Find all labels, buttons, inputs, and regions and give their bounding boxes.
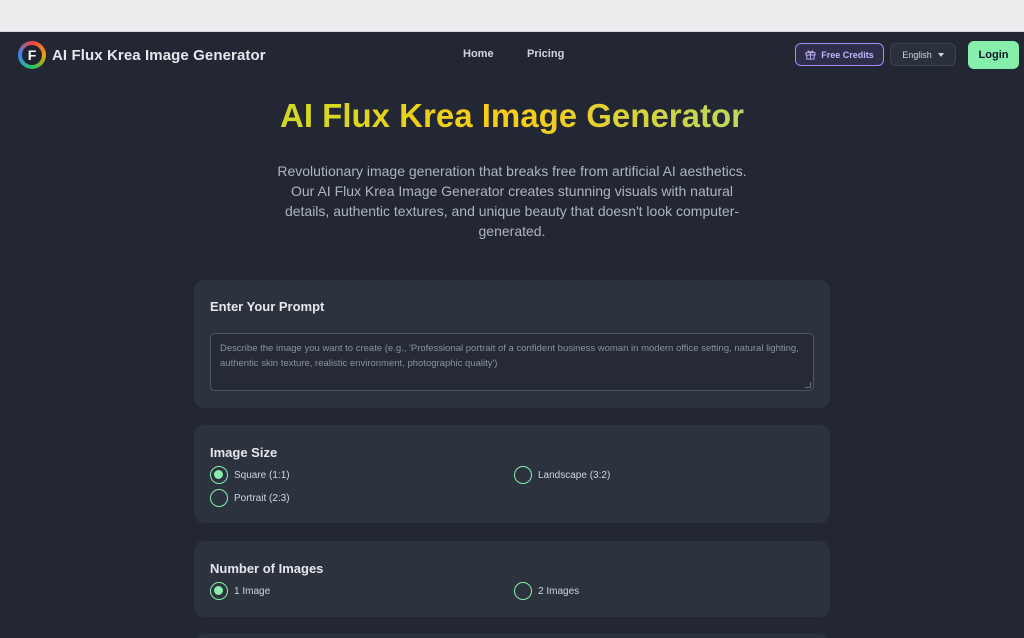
brand-logo-icon: F xyxy=(18,41,46,69)
free-credits-button[interactable]: Free Credits xyxy=(795,43,884,66)
brand[interactable]: F AI Flux Krea Image Generator xyxy=(18,41,266,69)
count-option-2[interactable]: 2 Images xyxy=(514,582,579,600)
language-select[interactable]: English xyxy=(890,43,956,66)
nav-link-home[interactable]: Home xyxy=(463,48,494,60)
top-navbar: F AI Flux Krea Image Generator Home Pric… xyxy=(0,32,1024,78)
brand-name: AI Flux Krea Image Generator xyxy=(52,46,266,64)
size-option-square[interactable]: Square (1:1) xyxy=(210,466,290,484)
resize-handle-icon[interactable] xyxy=(805,382,811,388)
free-credits-label: Free Credits xyxy=(821,49,874,60)
count-option-label: 1 Image xyxy=(234,585,271,597)
prompt-card: Enter Your Prompt Describe the image you… xyxy=(194,280,830,408)
hero-title: AI Flux Krea Image Generator xyxy=(0,97,1024,135)
brand-logo-letter: F xyxy=(22,45,42,65)
browser-chrome-bar xyxy=(0,0,1024,32)
next-settings-card xyxy=(194,634,830,638)
size-option-label: Portrait (2:3) xyxy=(234,492,290,504)
chevron-down-icon xyxy=(937,52,944,57)
nav-link-pricing[interactable]: Pricing xyxy=(527,48,564,60)
radio-checked-icon[interactable] xyxy=(210,582,228,600)
radio-unchecked-icon[interactable] xyxy=(514,466,532,484)
image-count-title: Number of Images xyxy=(210,561,324,576)
radio-unchecked-icon[interactable] xyxy=(210,489,228,507)
size-option-label: Landscape (3:2) xyxy=(538,469,611,481)
count-option-1[interactable]: 1 Image xyxy=(210,582,270,600)
count-option-label: 2 Images xyxy=(538,585,580,597)
image-size-title: Image Size xyxy=(210,445,278,460)
gift-icon xyxy=(805,50,816,60)
prompt-card-title: Enter Your Prompt xyxy=(210,299,325,314)
hero-description: Revolutionary image generation that brea… xyxy=(277,163,747,239)
radio-unchecked-icon[interactable] xyxy=(514,582,532,600)
image-size-card: Image Size Square (1:1) Landscape (3:2) … xyxy=(194,425,830,523)
size-option-label: Square (1:1) xyxy=(234,469,290,481)
size-option-portrait[interactable]: Portrait (2:3) xyxy=(210,489,290,507)
image-count-card: Number of Images 1 Image 2 Images xyxy=(194,541,830,617)
prompt-placeholder: Describe the image you want to create (e… xyxy=(220,343,799,369)
radio-checked-icon[interactable] xyxy=(210,466,228,484)
login-button[interactable]: Login xyxy=(968,41,1019,69)
prompt-textarea[interactable]: Describe the image you want to create (e… xyxy=(210,333,814,391)
language-label: English xyxy=(902,49,932,60)
size-option-landscape[interactable]: Landscape (3:2) xyxy=(514,466,610,484)
